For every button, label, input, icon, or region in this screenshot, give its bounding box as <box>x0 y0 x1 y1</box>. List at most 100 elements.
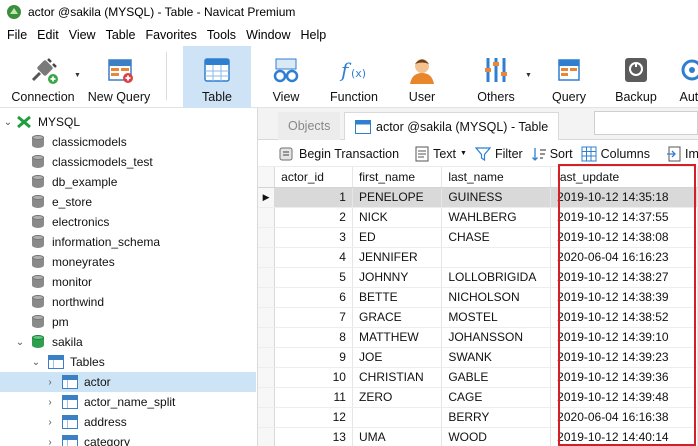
import-button[interactable]: Im <box>666 146 698 162</box>
cell-last-update[interactable]: 2020-06-04 16:16:38 <box>550 407 698 428</box>
tree-db-information-schema[interactable]: information_schema <box>0 232 256 252</box>
cell-last-update[interactable]: 2019-10-12 14:35:18 <box>550 187 698 208</box>
table-row[interactable]: 5 JOHNNY LOLLOBRIGIDA 2019-10-12 14:38:2… <box>258 267 698 288</box>
tree-db-classicmodels-test[interactable]: classicmodels_test <box>0 152 256 172</box>
cell-last-name[interactable]: CAGE <box>441 387 552 408</box>
menu-table[interactable]: Table <box>101 28 141 42</box>
menu-favorites[interactable]: Favorites <box>140 28 201 42</box>
cell-actor-id[interactable]: 9 <box>274 347 353 368</box>
tree-table-category[interactable]: › category <box>0 432 256 446</box>
cell-last-name[interactable]: MOSTEL <box>441 307 552 328</box>
cell-actor-id[interactable]: 10 <box>274 367 353 388</box>
cell-last-update[interactable]: 2019-10-12 14:37:55 <box>550 207 698 228</box>
tree-db-classicmodels[interactable]: classicmodels <box>0 132 256 152</box>
cell-last-update[interactable]: 2019-10-12 14:39:10 <box>550 327 698 348</box>
sort-button[interactable]: Sort <box>531 146 573 162</box>
menu-view[interactable]: View <box>64 28 101 42</box>
table-row[interactable]: 7 GRACE MOSTEL 2019-10-12 14:38:52 <box>258 307 698 328</box>
cell-last-name[interactable]: NICHOLSON <box>441 287 552 308</box>
user-button[interactable]: User <box>396 46 448 108</box>
filter-button[interactable]: Filter <box>474 146 523 162</box>
menu-tools[interactable]: Tools <box>202 28 241 42</box>
tree-db-pm[interactable]: pm <box>0 312 256 332</box>
tab-search-box[interactable] <box>594 111 698 135</box>
cell-actor-id[interactable]: 6 <box>274 287 353 308</box>
chevron-down-icon[interactable]: ⌄ <box>2 117 14 128</box>
chevron-right-icon[interactable]: › <box>44 437 56 446</box>
query-button[interactable]: Query <box>544 46 594 108</box>
connection-dropdown-icon[interactable]: ▼ <box>74 72 81 79</box>
cell-actor-id[interactable]: 2 <box>274 207 353 228</box>
tree-db-moneyrates[interactable]: moneyrates <box>0 252 256 272</box>
cell-last-name[interactable]: LOLLOBRIGIDA <box>441 267 552 288</box>
table-row[interactable]: 13 UMA WOOD 2019-10-12 14:40:14 <box>258 427 698 446</box>
connection-button[interactable]: Connection <box>6 46 80 108</box>
table-row[interactable]: 11 ZERO CAGE 2019-10-12 14:39:48 <box>258 387 698 408</box>
automation-button[interactable]: Autc <box>672 46 698 108</box>
cell-actor-id[interactable]: 5 <box>274 267 353 288</box>
cell-actor-id[interactable]: 12 <box>274 407 353 428</box>
table-button[interactable]: Table <box>183 46 251 108</box>
tab-objects[interactable]: Objects <box>278 112 341 140</box>
backup-button[interactable]: Backup <box>610 46 662 108</box>
cell-first-name[interactable]: ED <box>352 227 443 248</box>
cell-actor-id[interactable]: 13 <box>274 427 353 446</box>
cell-last-name[interactable]: BERRY <box>441 407 552 428</box>
cell-first-name[interactable]: MATTHEW <box>352 327 443 348</box>
table-row[interactable]: 10 CHRISTIAN GABLE 2019-10-12 14:39:36 <box>258 367 698 388</box>
cell-actor-id[interactable]: 11 <box>274 387 353 408</box>
cell-first-name[interactable]: ZERO <box>352 387 443 408</box>
cell-last-update[interactable]: 2019-10-12 14:38:52 <box>550 307 698 328</box>
table-row[interactable]: 4 JENNIFER 2020-06-04 16:16:23 <box>258 247 698 268</box>
cell-actor-id[interactable]: 8 <box>274 327 353 348</box>
table-row[interactable]: 2 NICK WAHLBERG 2019-10-12 14:37:55 <box>258 207 698 228</box>
cell-first-name[interactable]: GRACE <box>352 307 443 328</box>
chevron-right-icon[interactable]: › <box>44 417 56 428</box>
tree-db-e-store[interactable]: e_store <box>0 192 256 212</box>
new-query-button[interactable]: New Query <box>86 46 152 108</box>
cell-last-update[interactable]: 2019-10-12 14:39:48 <box>550 387 698 408</box>
cell-actor-id[interactable]: 4 <box>274 247 353 268</box>
cell-first-name[interactable]: NICK <box>352 207 443 228</box>
column-header-actor-id[interactable]: actor_id <box>274 167 353 188</box>
tree-db-db-example[interactable]: db_example <box>0 172 256 192</box>
cell-last-update[interactable]: 2019-10-12 14:40:14 <box>550 427 698 446</box>
table-row[interactable]: 9 JOE SWANK 2019-10-12 14:39:23 <box>258 347 698 368</box>
cell-last-name[interactable]: GUINESS <box>441 187 552 208</box>
column-header-last-update[interactable]: last_update <box>550 167 698 188</box>
cell-last-name[interactable]: WOOD <box>441 427 552 446</box>
menu-file[interactable]: File <box>2 28 32 42</box>
cell-first-name[interactable] <box>352 407 443 428</box>
cell-last-update[interactable]: 2020-06-04 16:16:23 <box>550 247 698 268</box>
table-row[interactable]: 12 BERRY 2020-06-04 16:16:38 <box>258 407 698 428</box>
cell-actor-id[interactable]: 7 <box>274 307 353 328</box>
cell-last-update[interactable]: 2019-10-12 14:38:08 <box>550 227 698 248</box>
tab-actor-table[interactable]: actor @sakila (MYSQL) - Table <box>344 112 560 140</box>
cell-last-name[interactable]: GABLE <box>441 367 552 388</box>
table-row[interactable]: 6 BETTE NICHOLSON 2019-10-12 14:38:39 <box>258 287 698 308</box>
menu-edit[interactable]: Edit <box>32 28 64 42</box>
tree-table-actor-name-split[interactable]: › actor_name_split <box>0 392 256 412</box>
menu-window[interactable]: Window <box>241 28 295 42</box>
cell-last-name[interactable]: WAHLBERG <box>441 207 552 228</box>
others-dropdown-icon[interactable]: ▼ <box>525 72 532 79</box>
cell-last-update[interactable]: 2019-10-12 14:39:36 <box>550 367 698 388</box>
column-header-first-name[interactable]: first_name <box>352 167 443 188</box>
menu-help[interactable]: Help <box>296 28 332 42</box>
chevron-down-icon[interactable]: ⌄ <box>14 337 26 348</box>
table-row[interactable]: 3 ED CHASE 2019-10-12 14:38:08 <box>258 227 698 248</box>
view-button[interactable]: View <box>260 46 312 108</box>
chevron-down-icon[interactable]: ⌄ <box>30 357 42 368</box>
cell-last-update[interactable]: 2019-10-12 14:39:23 <box>550 347 698 368</box>
cell-last-name[interactable]: CHASE <box>441 227 552 248</box>
table-row[interactable]: 8 MATTHEW JOHANSSON 2019-10-12 14:39:10 <box>258 327 698 348</box>
tree-folder-tables[interactable]: ⌄ Tables <box>0 352 256 372</box>
tree-db-northwind[interactable]: northwind <box>0 292 256 312</box>
cell-first-name[interactable]: BETTE <box>352 287 443 308</box>
tree-table-address[interactable]: › address <box>0 412 256 432</box>
tree-table-actor[interactable]: › actor <box>0 372 256 392</box>
others-button[interactable]: Others <box>470 46 522 108</box>
cell-last-update[interactable]: 2019-10-12 14:38:27 <box>550 267 698 288</box>
tree-db-sakila[interactable]: ⌄ sakila <box>0 332 256 352</box>
cell-actor-id[interactable]: 3 <box>274 227 353 248</box>
